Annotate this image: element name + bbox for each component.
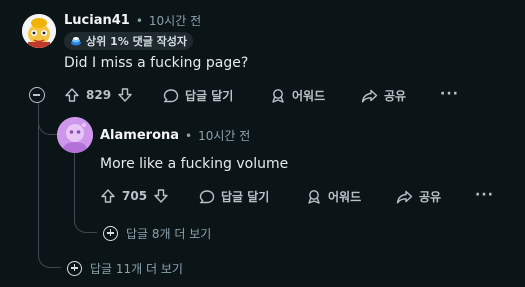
award-label: 어워드: [292, 89, 326, 103]
share-icon: [396, 189, 413, 205]
reply-award-button[interactable]: 어워드: [306, 188, 361, 205]
comment-username[interactable]: Lucian41: [64, 13, 130, 28]
badge-label: 상위 1% 댓글 작성자: [86, 35, 188, 48]
share-label: 공유: [384, 89, 407, 103]
comment-vote-bar: 829: [64, 87, 133, 103]
more-replies-label: 답글 11개 더 보기: [90, 262, 183, 276]
downvote-icon[interactable]: [117, 87, 133, 103]
more-options-button[interactable]: ···: [440, 86, 459, 102]
award-icon: [306, 189, 322, 205]
snoo-avatar-icon: [22, 14, 56, 48]
reply-share-button[interactable]: 공유: [396, 188, 441, 205]
reply-vote-bar: 705: [100, 188, 169, 204]
top-commenter-badge[interactable]: 상위 1% 댓글 작성자: [64, 32, 194, 50]
award-icon: [270, 88, 286, 104]
reply-more-replies-link[interactable]: 답글 8개 더 보기: [103, 225, 211, 242]
thread-connector-reply-more: [74, 210, 97, 233]
meta-separator: •: [185, 128, 193, 143]
reply-text: More like a fucking volume: [100, 156, 289, 172]
award-label: 어워드: [328, 190, 362, 204]
thread-connector-reply: [38, 112, 57, 135]
reply-reply-button[interactable]: 답글 달기: [199, 188, 269, 205]
reply-label: 답글 달기: [221, 190, 270, 204]
vote-count: 829: [86, 88, 112, 102]
collapse-thread-button[interactable]: [29, 87, 45, 103]
share-button[interactable]: 공유: [361, 87, 406, 104]
snoo-avatar-icon: [57, 117, 93, 153]
reply-username[interactable]: Alamerona: [100, 128, 179, 143]
share-icon: [361, 88, 378, 104]
downvote-icon[interactable]: [153, 188, 169, 204]
comment-bubble-icon: [163, 88, 179, 104]
comment-text: Did I miss a fucking page?: [64, 55, 249, 71]
vote-count: 705: [122, 189, 148, 203]
more-replies-label: 답글 8개 더 보기: [126, 227, 212, 241]
comment-timestamp[interactable]: 10시간 전: [149, 12, 201, 29]
upvote-icon[interactable]: [64, 87, 80, 103]
meta-separator: •: [135, 13, 143, 28]
expand-plus-icon: [103, 226, 118, 241]
reply-button[interactable]: 답글 달기: [163, 87, 233, 104]
award-button[interactable]: 어워드: [270, 87, 325, 104]
thread-connector-more: [38, 245, 61, 268]
share-label: 공유: [419, 190, 442, 204]
reply-avatar[interactable]: [57, 117, 93, 153]
reply-timestamp[interactable]: 10시간 전: [198, 127, 250, 144]
expand-plus-icon: [67, 261, 82, 276]
avatar[interactable]: [22, 14, 56, 48]
reply-label: 답글 달기: [185, 89, 234, 103]
comment-more-replies-link[interactable]: 답글 11개 더 보기: [67, 260, 183, 277]
reply-more-options-button[interactable]: ···: [475, 187, 494, 203]
badge-icon: [70, 35, 82, 47]
ellipsis-icon: ···: [440, 86, 459, 102]
upvote-icon[interactable]: [100, 188, 116, 204]
comment-bubble-icon: [199, 189, 215, 205]
ellipsis-icon: ···: [475, 187, 494, 203]
